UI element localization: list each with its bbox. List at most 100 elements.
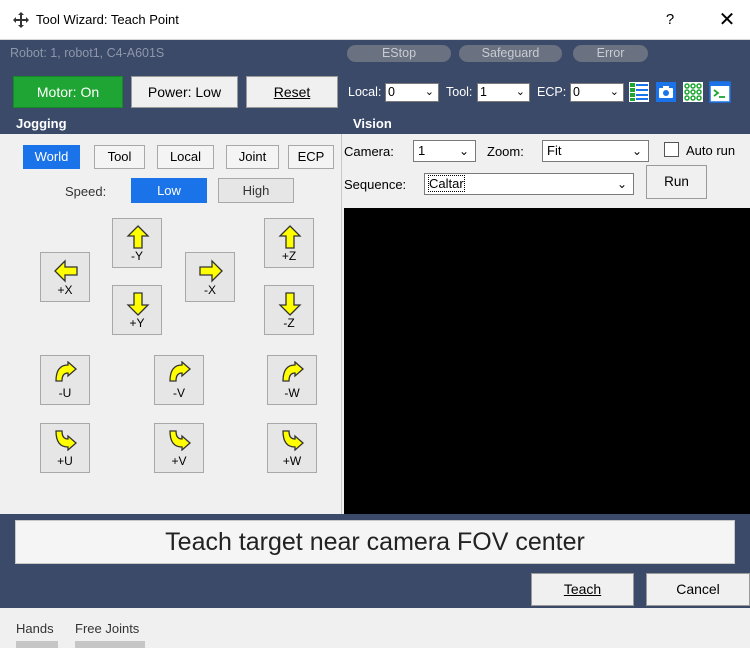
zoom-value: Fit xyxy=(547,143,562,158)
sequence-select[interactable]: Caltar ⌄ xyxy=(424,173,634,195)
zoom-label: Zoom: xyxy=(487,144,524,159)
arrow-down-icon xyxy=(278,292,302,316)
rotate-cw-icon xyxy=(55,361,77,382)
tab-hands[interactable]: Hands xyxy=(16,621,54,636)
camera-image-view[interactable] xyxy=(344,208,750,514)
speed-high-button[interactable]: High xyxy=(218,178,294,203)
jog-plus-u-button[interactable]: +U xyxy=(40,423,90,473)
command-window-icon[interactable] xyxy=(709,81,731,103)
instruction-text: Teach target near camera FOV center xyxy=(15,520,735,564)
local-value: 0 xyxy=(388,85,395,99)
auto-run-label: Auto run xyxy=(686,143,736,158)
io-list-icon[interactable] xyxy=(628,81,650,103)
jog-minus-z-label: -Z xyxy=(283,316,295,330)
vision-header: Vision xyxy=(342,114,750,134)
rotate-ccw-icon xyxy=(282,430,304,451)
tool-select[interactable]: 1 ⌄ xyxy=(477,83,530,102)
title-bar: Tool Wizard: Teach Point ? ✕ xyxy=(0,0,750,40)
camera-icon[interactable] xyxy=(655,81,677,103)
chevron-down-icon: ⌄ xyxy=(458,144,469,158)
arrow-up-icon xyxy=(126,225,150,249)
run-button[interactable]: Run xyxy=(646,165,707,199)
frame-joint-button[interactable]: Joint xyxy=(226,145,279,169)
local-select[interactable]: 0 ⌄ xyxy=(385,83,439,102)
jog-plus-z-button[interactable]: +Z xyxy=(264,218,314,268)
tab-free-joints[interactable]: Free Joints xyxy=(75,621,139,636)
jog-plus-y-label: +Y xyxy=(129,316,145,330)
frame-tool-button[interactable]: Tool xyxy=(94,145,145,169)
sequence-value: Caltar xyxy=(428,175,465,192)
rotate-ccw-icon xyxy=(55,430,77,451)
rotate-ccw-icon xyxy=(169,430,191,451)
robot-toolbar: Motor: On Power: Low Reset Local: 0 ⌄ To… xyxy=(0,66,750,114)
chevron-down-icon: ⌄ xyxy=(424,86,434,98)
jog-minus-x-button[interactable]: -X xyxy=(185,252,235,302)
teach-button[interactable]: Teach xyxy=(531,573,634,606)
robot-status-bar: Robot: 1, robot1, C4-A601S EStop Safegua… xyxy=(0,40,750,66)
jog-plus-w-label: +W xyxy=(282,454,302,468)
help-button[interactable]: ? xyxy=(656,8,684,32)
power-button[interactable]: Power: Low xyxy=(131,76,238,108)
arrow-down-icon xyxy=(126,292,150,316)
local-label: Local: xyxy=(348,85,382,99)
jog-minus-y-button[interactable]: -Y xyxy=(112,218,162,268)
teach-button-label: Teach xyxy=(563,581,602,597)
io-monitor-icon[interactable] xyxy=(682,81,704,103)
arrow-up-icon xyxy=(278,225,302,249)
jog-minus-w-label: -W xyxy=(284,386,300,400)
auto-run-checkbox[interactable] xyxy=(664,142,679,157)
jog-minus-z-button[interactable]: -Z xyxy=(264,285,314,335)
camera-value: 1 xyxy=(418,143,426,158)
arrow-left-icon xyxy=(54,259,78,283)
jogging-panel: World Tool Local Joint ECP Speed: Low Hi… xyxy=(0,134,342,514)
tool-label: Tool: xyxy=(446,85,473,99)
close-button[interactable]: ✕ xyxy=(710,6,744,34)
window-title: Tool Wizard: Teach Point xyxy=(36,12,179,27)
ecp-value: 0 xyxy=(573,85,580,99)
speed-low-button[interactable]: Low xyxy=(131,178,207,203)
tab-hands-indicator xyxy=(16,641,58,648)
chevron-down-icon: ⌄ xyxy=(616,177,627,191)
jog-plus-z-label: +Z xyxy=(281,249,297,263)
speed-label: Speed: xyxy=(65,184,107,199)
instruction-band: Teach target near camera FOV center Teac… xyxy=(0,514,750,608)
safeguard-indicator: Safeguard xyxy=(459,45,562,62)
frame-world-button[interactable]: World xyxy=(23,145,80,169)
camera-label: Camera: xyxy=(344,144,394,159)
chevron-down-icon: ⌄ xyxy=(609,86,619,98)
jog-minus-v-label: -V xyxy=(173,386,185,400)
camera-select[interactable]: 1 ⌄ xyxy=(413,140,476,162)
jog-minus-w-button[interactable]: -W xyxy=(267,355,317,405)
tool-value: 1 xyxy=(480,85,487,99)
chevron-down-icon: ⌄ xyxy=(515,86,525,98)
rotate-cw-icon xyxy=(282,361,304,382)
jog-plus-y-button[interactable]: +Y xyxy=(112,285,162,335)
jog-plus-x-label: +X xyxy=(57,283,73,297)
arrow-right-icon xyxy=(199,259,223,283)
jog-minus-u-label: -U xyxy=(58,386,72,400)
robot-info: Robot: 1, robot1, C4-A601S xyxy=(10,46,165,60)
motor-button[interactable]: Motor: On xyxy=(13,76,123,108)
jog-plus-u-label: +U xyxy=(57,454,73,468)
jog-plus-x-button[interactable]: +X xyxy=(40,252,90,302)
frame-ecp-button[interactable]: ECP xyxy=(288,145,334,169)
ecp-label: ECP: xyxy=(537,85,567,99)
jog-minus-x-label: -X xyxy=(204,283,216,297)
estop-indicator: EStop xyxy=(347,45,451,62)
ecp-select[interactable]: 0 ⌄ xyxy=(570,83,624,102)
cancel-button[interactable]: Cancel xyxy=(646,573,750,606)
tab-free-joints-indicator xyxy=(75,641,145,648)
zoom-select[interactable]: Fit ⌄ xyxy=(542,140,649,162)
chevron-down-icon: ⌄ xyxy=(631,144,642,158)
rotate-cw-icon xyxy=(169,361,191,382)
frame-local-button[interactable]: Local xyxy=(157,145,214,169)
jog-plus-w-button[interactable]: +W xyxy=(267,423,317,473)
sequence-label: Sequence: xyxy=(344,177,407,192)
jog-plus-v-button[interactable]: +V xyxy=(154,423,204,473)
reset-button[interactable]: Reset xyxy=(246,76,338,108)
footer-tabs: Hands Free Joints xyxy=(0,608,750,648)
error-indicator: Error xyxy=(573,45,648,62)
jog-minus-v-button[interactable]: -V xyxy=(154,355,204,405)
jogging-header: Jogging xyxy=(0,114,342,134)
jog-minus-u-button[interactable]: -U xyxy=(40,355,90,405)
